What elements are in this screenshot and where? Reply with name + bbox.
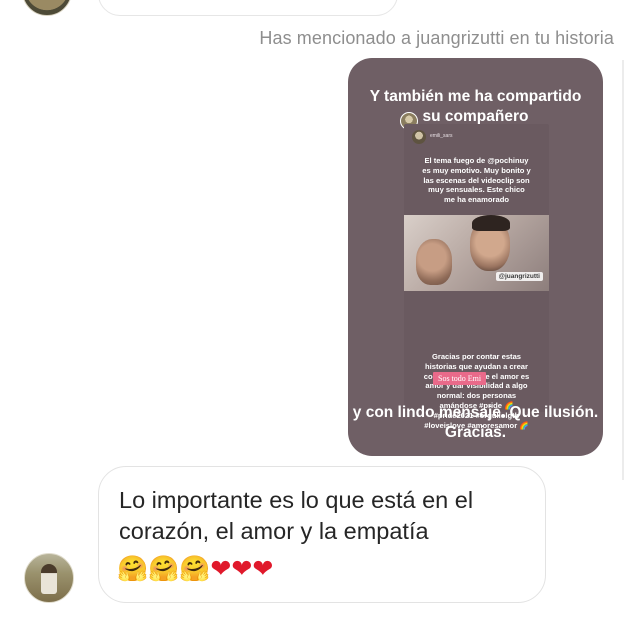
inner-story-avatar (412, 130, 426, 144)
inner-story-username: emili_sars (430, 133, 453, 139)
scrollbar-track[interactable] (622, 60, 624, 480)
hugging-face-icon: 🤗 (179, 554, 211, 583)
red-heart-icon: ❤ (210, 554, 232, 583)
shared-story-preview[interactable]: emili_sars El tema fuego de @pochinuy es… (404, 124, 549, 430)
sender-avatar-top[interactable] (22, 0, 72, 16)
story-photo: @juangrizutti (404, 215, 549, 291)
photo-mention-sticker: @juangrizutti (495, 272, 543, 281)
reply-emoji-row: 🤗 🤗 🤗 ❤ ❤ ❤ (117, 553, 273, 585)
reply-message-bubble[interactable]: Lo importante es lo que está en el coraz… (98, 466, 546, 603)
previous-message-bubble[interactable] (98, 0, 398, 16)
red-heart-icon: ❤ (231, 554, 253, 583)
hugging-face-icon: 🤗 (117, 554, 149, 583)
photo-person-1 (416, 239, 452, 285)
red-heart-icon: ❤ (252, 554, 274, 583)
avatar-person (41, 564, 57, 594)
inner-story-text-top: El tema fuego de @pochinuy es muy emotiv… (422, 156, 531, 205)
sender-avatar[interactable] (24, 553, 74, 603)
story-reply-card[interactable]: Y también me ha compartido su compañero … (348, 58, 603, 456)
photo-hair (472, 215, 510, 231)
story-title: Y también me ha compartido su compañero (348, 87, 603, 127)
hugging-face-icon: 🤗 (148, 554, 180, 583)
mention-notice: Has mencionado a juangrizutti en tu hist… (259, 28, 614, 48)
story-text-sticker: Sos todo Emi (433, 372, 487, 385)
story-title-line1: Y también me ha compartido (369, 88, 582, 105)
story-caption: y con lindo mensaje. Que ilusión. Gracia… (352, 404, 599, 441)
reply-message-text: Lo importante es lo que está en el coraz… (119, 487, 474, 544)
